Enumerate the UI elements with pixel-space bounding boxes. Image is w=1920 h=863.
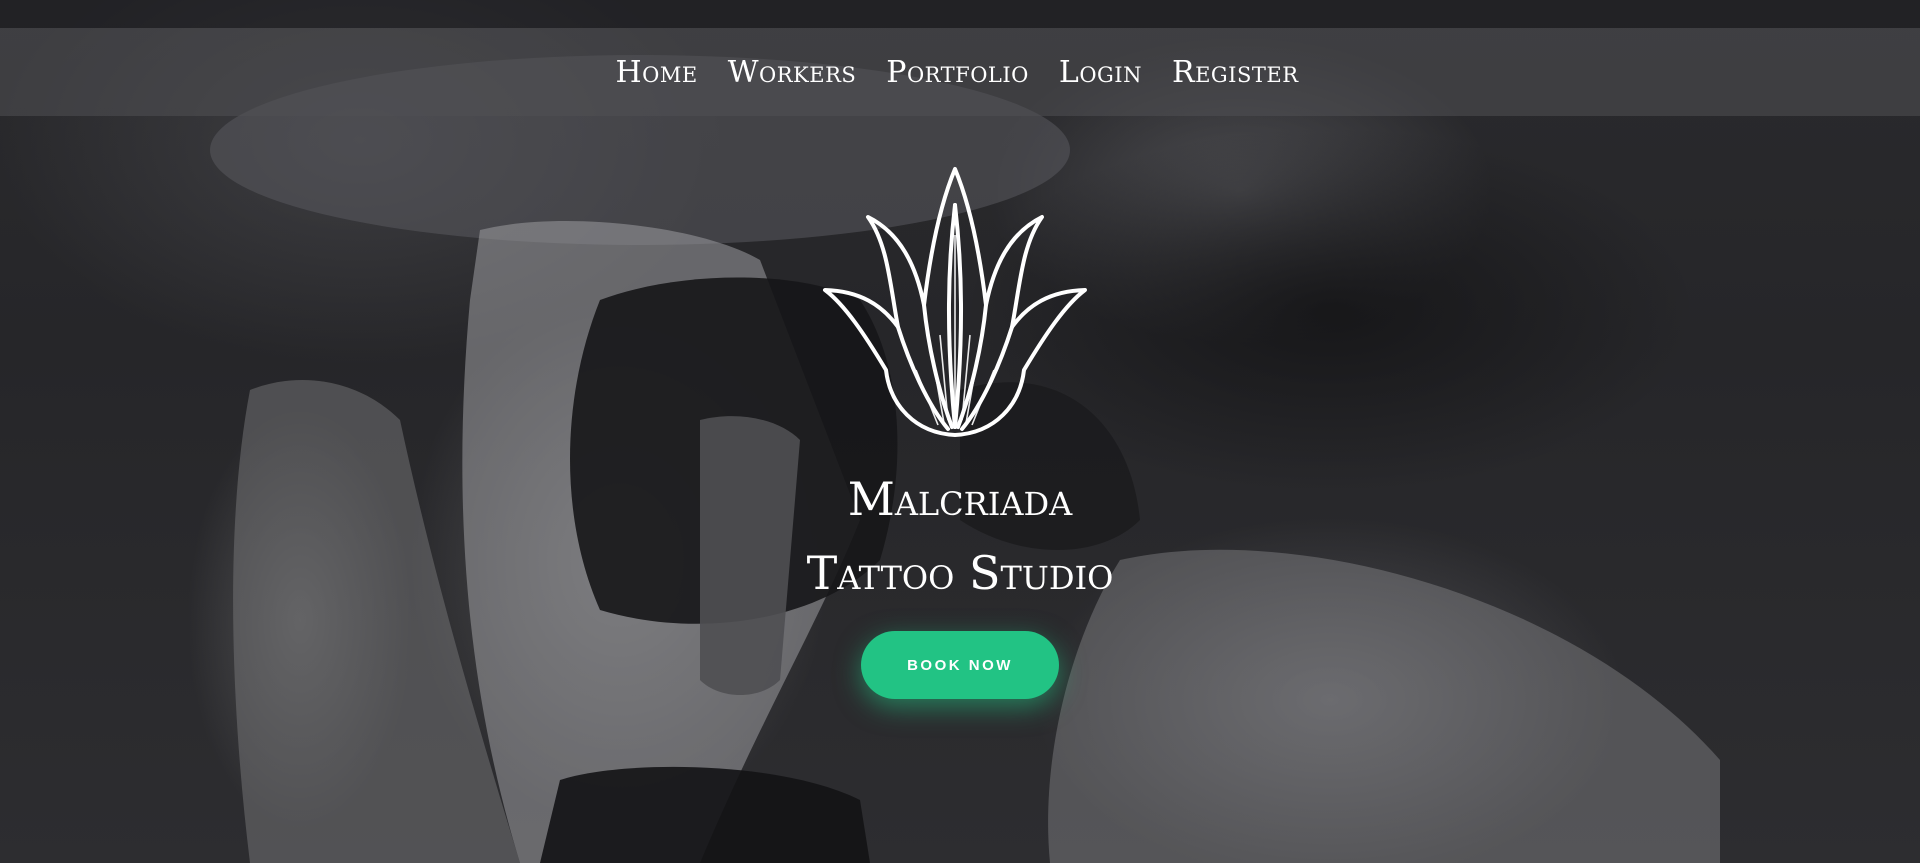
- hero-section: Home Workers Portfolio Login Register Ma…: [0, 0, 1920, 863]
- nav-link-portfolio[interactable]: Portfolio: [886, 55, 1029, 90]
- book-now-button[interactable]: BOOK NOW: [861, 631, 1059, 699]
- nav-link-workers[interactable]: Workers: [728, 55, 857, 90]
- studio-title-line1: Malcriada: [847, 472, 1073, 526]
- nav-link-register[interactable]: Register: [1172, 55, 1299, 90]
- studio-title: Malcriada Tattoo Studio: [0, 462, 1920, 610]
- nav-link-home[interactable]: Home: [615, 55, 697, 90]
- studio-title-line2: Tattoo Studio: [806, 546, 1114, 600]
- agave-plant-icon: [823, 167, 1087, 437]
- top-strip: [0, 0, 1920, 28]
- nav-menu: Home Workers Portfolio Login Register: [615, 55, 1298, 90]
- main-navbar: Home Workers Portfolio Login Register: [0, 28, 1920, 116]
- nav-link-login[interactable]: Login: [1059, 55, 1142, 90]
